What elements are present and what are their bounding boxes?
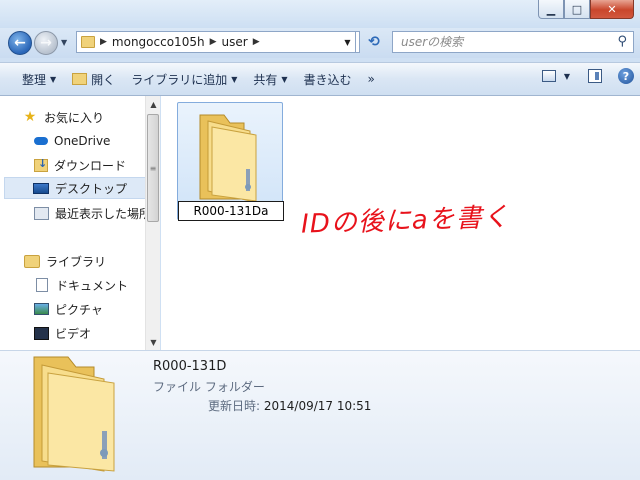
breadcrumb-separator-icon[interactable]: ▶ <box>100 37 107 47</box>
details-modified: 更新日時: 2014/09/17 10:51 <box>208 397 371 414</box>
sidebar-item-label: ライブラリ <box>46 254 107 269</box>
annotation-text: IDの後にaを書く <box>300 202 511 240</box>
minimize-button[interactable]: ▁ <box>538 0 564 19</box>
scrollbar-thumb[interactable]: ≡ <box>147 114 159 222</box>
share-menu[interactable]: 共有 ▼ <box>245 67 295 91</box>
address-history-dropdown[interactable]: ▼ <box>340 31 356 53</box>
recent-places-icon <box>34 206 49 220</box>
change-view-icon[interactable] <box>541 70 556 82</box>
sidebar-item-onedrive[interactable]: OneDrive <box>34 130 159 152</box>
sidebar-item-label: ダウンロード <box>54 158 127 173</box>
back-button[interactable]: ← <box>8 31 32 55</box>
details-modified-label: 更新日時: <box>208 399 261 413</box>
chevron-down-icon: ▼ <box>281 74 288 84</box>
arrow-right-icon: → <box>40 35 52 51</box>
chevron-down-icon: ▼ <box>231 74 238 84</box>
organize-menu[interactable]: 整理 ▼ <box>14 67 64 91</box>
sidebar-item-downloads[interactable]: ダウンロード <box>34 154 159 176</box>
details-name: R000-131D <box>153 359 227 374</box>
video-icon <box>34 326 49 340</box>
breadcrumb-item-user[interactable]: user <box>222 35 248 49</box>
breadcrumb-separator-icon[interactable]: ▶ <box>210 37 217 47</box>
folder-open-icon <box>72 73 88 85</box>
search-icon[interactable]: ⚲ <box>617 34 627 49</box>
forward-button[interactable]: → <box>34 31 58 55</box>
open-label: 開く <box>91 72 116 87</box>
add-to-library-menu[interactable]: ライブラリに追加 ▼ <box>123 67 245 91</box>
folder-icon <box>199 114 257 202</box>
preview-pane-icon[interactable] <box>588 69 602 83</box>
more-label: » <box>367 72 375 86</box>
title-bar: ▁ □ ✕ <box>0 0 640 28</box>
desktop-icon <box>33 182 49 194</box>
close-button[interactable]: ✕ <box>590 0 634 19</box>
breadcrumb-separator-icon[interactable]: ▶ <box>253 37 260 47</box>
breadcrumb-item-mongocco105h[interactable]: mongocco105h <box>112 35 205 49</box>
burn-button[interactable]: 書き込む <box>296 67 360 91</box>
share-label: 共有 <box>253 72 278 87</box>
sidebar-item-documents[interactable]: ドキュメント <box>34 274 159 296</box>
sidebar-item-favorites[interactable]: ★ お気に入り <box>22 106 159 128</box>
sidebar-item-label: ビデオ <box>55 326 92 341</box>
document-icon <box>36 278 48 292</box>
help-icon[interactable]: ? <box>618 68 634 84</box>
refresh-icon[interactable]: ⟲ <box>362 31 386 53</box>
cloud-icon <box>34 137 48 145</box>
star-icon: ★ <box>23 109 37 125</box>
chevron-down-icon[interactable]: ▼ <box>564 72 570 81</box>
library-icon <box>24 254 40 268</box>
sidebar-item-desktop[interactable]: デスクトップ <box>4 177 149 199</box>
navigation-scrollbar[interactable]: ▲ ≡ ▼ <box>145 96 160 350</box>
sidebar-item-libraries[interactable]: ライブラリ <box>24 250 159 272</box>
sidebar-item-videos[interactable]: ビデオ <box>34 322 159 344</box>
sidebar-item-pictures[interactable]: ピクチャ <box>34 298 159 320</box>
sidebar-item-label: ピクチャ <box>55 302 103 317</box>
sidebar-item-label: OneDrive <box>54 134 111 148</box>
add-library-label: ライブラリに追加 <box>131 72 228 87</box>
file-list: IDの後にaを書く <box>161 96 640 350</box>
folder-icon <box>81 36 95 48</box>
more-commands-button[interactable]: » <box>360 67 383 91</box>
scroll-up-icon[interactable]: ▲ <box>146 96 161 112</box>
rename-input[interactable] <box>178 201 284 221</box>
window-controls: ▁ □ ✕ <box>538 0 634 19</box>
burn-label: 書き込む <box>303 72 352 87</box>
picture-icon <box>34 303 49 315</box>
details-type: ファイル フォルダー <box>153 380 265 394</box>
folder-item[interactable] <box>177 102 284 221</box>
command-bar: 整理 ▼ 開く ライブラリに追加 ▼ 共有 ▼ 書き込む » ▼ ? <box>0 62 640 96</box>
scroll-down-icon[interactable]: ▼ <box>146 334 161 350</box>
details-pane: R000-131D ファイル フォルダー 更新日時: 2014/09/17 10… <box>0 350 640 480</box>
sidebar-item-label: お気に入り <box>44 110 105 125</box>
folder-icon <box>33 356 115 472</box>
address-bar[interactable]: ▶ mongocco105h ▶ user ▶ <box>76 31 360 53</box>
details-modified-value: 2014/09/17 10:51 <box>263 399 372 413</box>
organize-label: 整理 <box>22 72 47 87</box>
sidebar-item-label: ドキュメント <box>56 278 129 293</box>
sidebar-item-label: 最近表示した場所 <box>55 206 152 221</box>
sidebar-item-label: デスクトップ <box>55 181 128 196</box>
sidebar-item-recent-places[interactable]: 最近表示した場所 <box>34 202 159 224</box>
recent-pages-dropdown[interactable]: ▼ <box>61 38 67 47</box>
maximize-button[interactable]: □ <box>564 0 590 19</box>
chevron-down-icon: ▼ <box>50 74 57 84</box>
navigation-pane: ★ お気に入り OneDrive ダウンロード デスクトップ 最近表示した場所 … <box>0 96 160 350</box>
view-controls: ▼ ? <box>541 68 634 84</box>
open-button[interactable]: 開く <box>64 67 123 91</box>
search-box[interactable]: ⚲ <box>392 31 634 53</box>
search-input[interactable] <box>401 35 601 49</box>
download-folder-icon <box>34 157 48 172</box>
arrow-left-icon: ← <box>14 35 26 51</box>
